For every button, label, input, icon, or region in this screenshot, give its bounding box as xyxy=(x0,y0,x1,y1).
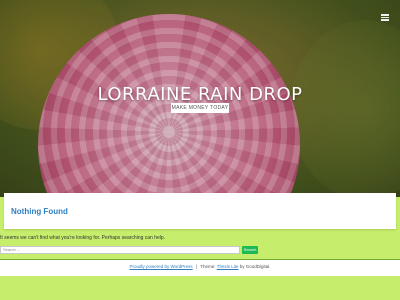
menu-bar xyxy=(381,14,389,16)
menu-bar xyxy=(381,16,389,19)
site-tagline: MAKE MONEY TODAY xyxy=(171,103,229,113)
search-button[interactable]: Search xyxy=(242,246,258,254)
theme-author: by GoodDigital. xyxy=(239,264,271,269)
search-input[interactable]: Search ... xyxy=(0,246,240,254)
hamburger-menu-icon[interactable] xyxy=(381,14,389,21)
wordpress-link[interactable]: Proudly powered by WordPress xyxy=(129,264,192,269)
site-title[interactable]: LORRAINE RAIN DROP xyxy=(0,84,400,105)
footer-separator: | xyxy=(195,264,198,269)
theme-label: Theme: xyxy=(200,264,216,269)
page-title: Nothing Found xyxy=(11,207,68,216)
header-hero: LORRAINE RAIN DROP MAKE MONEY TODAY xyxy=(0,0,400,197)
content-card: Nothing Found xyxy=(4,193,396,229)
menu-bar xyxy=(381,19,389,21)
site-footer: Proudly powered by WordPress | Theme: Th… xyxy=(0,260,400,276)
theme-link[interactable]: Thesis Lite xyxy=(217,264,239,269)
not-found-message: It seems we can't find what you're looki… xyxy=(0,235,166,241)
